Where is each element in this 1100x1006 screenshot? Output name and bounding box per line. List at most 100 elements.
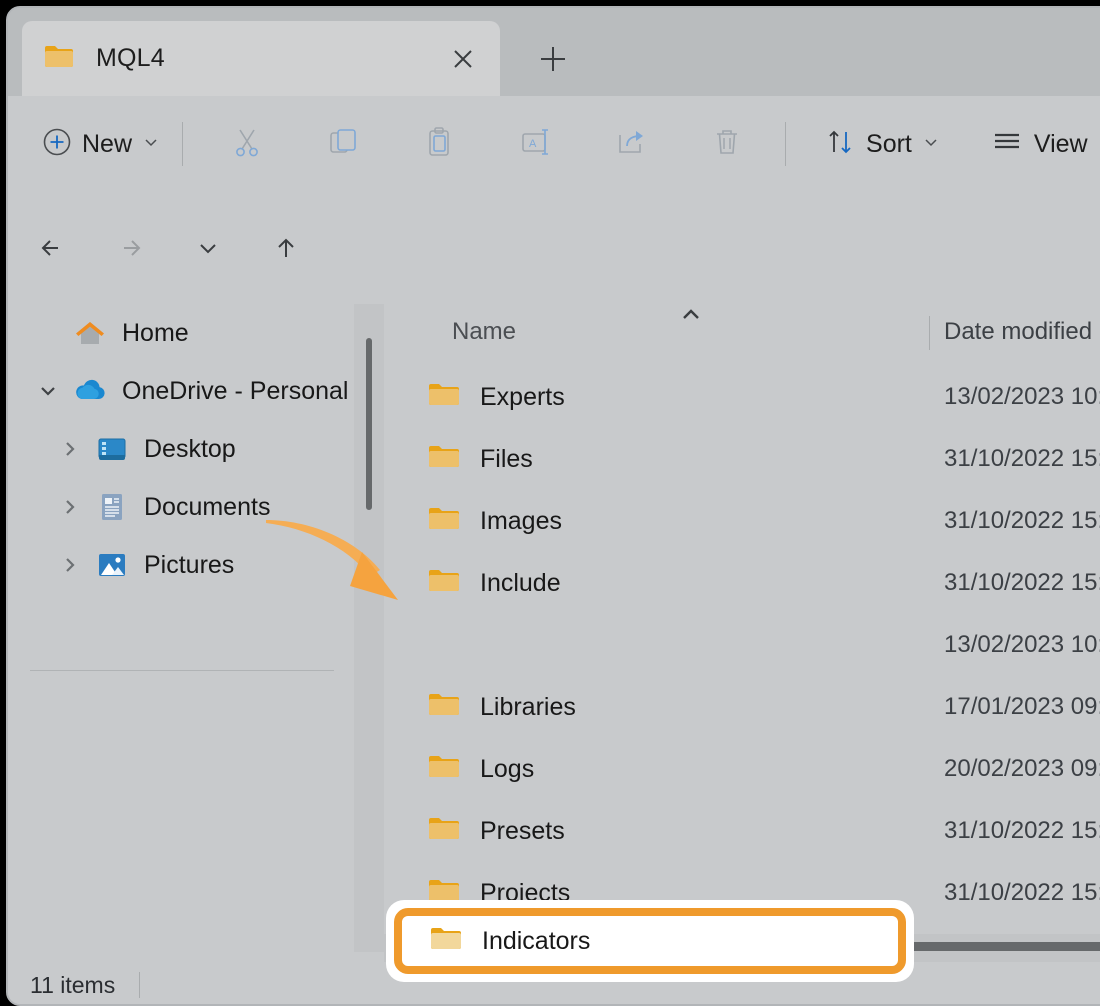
sidebar-item-onedrive-personal[interactable]: OneDrive - Personal [8, 362, 360, 420]
tab-mql4[interactable]: MQL4 [22, 21, 500, 96]
command-bar: New A Sort View [8, 96, 1100, 192]
recent-locations-button[interactable] [182, 222, 234, 274]
column-header-name[interactable]: Name [452, 318, 516, 346]
view-button[interactable]: View [978, 116, 1100, 172]
file-date-modified: 31/10/2022 15:4 [944, 569, 1100, 596]
sort-arrows-icon [824, 126, 856, 163]
sidebar-item-label: Home [122, 318, 189, 347]
table-row[interactable]: Files 31/10/2022 15:4 [384, 428, 1100, 490]
table-row[interactable]: Images 31/10/2022 15:4 [384, 490, 1100, 552]
navigation-pane: Home OneDrive - Personal Desktop Documen… [8, 304, 360, 952]
table-row[interactable]: Logs 20/02/2023 09:2 [384, 738, 1100, 800]
share-icon [614, 125, 648, 164]
file-date-modified: 13/02/2023 10:1 [944, 631, 1100, 658]
up-button[interactable] [260, 222, 312, 274]
table-row[interactable]: Experts 13/02/2023 10:0 [384, 366, 1100, 428]
scissors-icon [230, 125, 264, 164]
file-date-modified: 31/10/2022 15:4 [944, 507, 1100, 534]
file-date-modified: 31/10/2022 15:4 [944, 445, 1100, 472]
onedrive-cloud-icon [70, 379, 110, 403]
sidebar-item-label: Desktop [144, 434, 236, 463]
table-row[interactable]: Libraries 17/01/2023 09:1 [384, 676, 1100, 738]
toolbar-separator-1 [182, 122, 184, 166]
address-row: « 012A34A5678A0123AA456A7A8A › MQL4 › [8, 192, 1100, 464]
sidebar-item-pictures[interactable]: Pictures [8, 536, 360, 594]
file-name: Files [480, 444, 533, 473]
rename-icon: A [518, 125, 552, 164]
sidebar-item-documents[interactable]: Documents [8, 478, 360, 536]
table-row[interactable]: Presets 31/10/2022 15:4 [384, 800, 1100, 862]
file-date-modified: 31/10/2022 15:4 [944, 879, 1100, 906]
folder-icon [428, 816, 460, 847]
documents-icon [92, 492, 132, 522]
chevron-right-icon[interactable] [48, 555, 92, 575]
trash-icon [710, 125, 744, 164]
folder-icon [430, 926, 462, 957]
folder-icon [44, 44, 74, 74]
delete-button[interactable] [695, 116, 759, 172]
sidebar-item-home[interactable]: Home [8, 304, 360, 362]
copy-icon [326, 125, 360, 164]
folder-icon [428, 382, 460, 413]
sort-ascending-icon [678, 306, 704, 327]
new-button[interactable]: New [30, 116, 172, 172]
item-count-label: 11 items [30, 971, 116, 998]
paste-button[interactable] [407, 116, 471, 172]
svg-text:A: A [529, 138, 537, 150]
file-name: Experts [480, 382, 565, 411]
column-header-row: Name Date modified [384, 304, 1100, 362]
folder-icon [428, 506, 460, 537]
rename-button[interactable]: A [503, 116, 567, 172]
file-name: Include [480, 568, 561, 597]
desktop-icon [92, 436, 132, 462]
file-date-modified: 31/10/2022 15:4 [944, 817, 1100, 844]
folder-icon [428, 444, 460, 475]
chevron-down-icon [922, 133, 940, 156]
hamburger-lines-icon [990, 125, 1024, 164]
close-icon[interactable] [446, 42, 480, 76]
file-name: Presets [480, 816, 565, 845]
share-button[interactable] [599, 116, 663, 172]
file-name: Images [480, 506, 562, 535]
status-divider [139, 972, 141, 998]
clipboard-paste-icon [422, 125, 456, 164]
view-button-label: View [1033, 129, 1088, 158]
file-date-modified: 17/01/2023 09:1 [944, 693, 1100, 720]
chevron-right-icon[interactable] [48, 439, 92, 459]
sidebar-scrollbar[interactable] [354, 304, 384, 952]
file-name: Libraries [480, 692, 576, 721]
new-button-label: New [82, 129, 133, 158]
folder-icon [428, 754, 460, 785]
plus-circle-icon [42, 127, 72, 162]
new-tab-button[interactable] [530, 36, 576, 82]
table-row-indicators[interactable]: Indicators [394, 908, 906, 974]
file-date-modified: 20/02/2023 09:2 [944, 755, 1100, 782]
copy-button[interactable] [311, 116, 375, 172]
chevron-down-icon[interactable] [26, 380, 70, 402]
file-list-pane: Name Date modified Experts 13/02/2023 10… [384, 304, 1100, 982]
sort-button-label: Sort [866, 129, 912, 158]
folder-icon [428, 568, 460, 599]
column-divider[interactable] [929, 316, 930, 350]
file-date-modified: 13/02/2023 10:0 [944, 383, 1100, 410]
sidebar-item-desktop[interactable]: Desktop [8, 420, 360, 478]
back-button[interactable] [26, 222, 78, 274]
file-explorer-window: MQL4 New A Sort View Home OneDrive - Per… [6, 6, 1100, 1006]
sort-button[interactable]: Sort [812, 116, 952, 172]
chevron-right-icon[interactable] [48, 497, 92, 517]
sidebar-scrollbar-thumb[interactable] [366, 338, 372, 510]
column-header-date-modified[interactable]: Date modified [944, 318, 1092, 346]
file-name: Indicators [482, 926, 591, 955]
tab-title: MQL4 [96, 44, 165, 72]
home-icon [70, 317, 110, 349]
pictures-icon [92, 551, 132, 579]
file-name: Logs [480, 754, 535, 783]
toolbar-separator-2 [785, 122, 787, 166]
chevron-down-icon [142, 133, 160, 156]
forward-button[interactable] [104, 222, 156, 274]
sidebar-divider [30, 670, 334, 671]
table-row-date-indicators: 13/02/2023 10:1 [384, 614, 1100, 676]
sidebar-item-label: Pictures [144, 550, 235, 579]
cut-button[interactable] [215, 116, 279, 172]
table-row[interactable]: Include 31/10/2022 15:4 [384, 552, 1100, 614]
